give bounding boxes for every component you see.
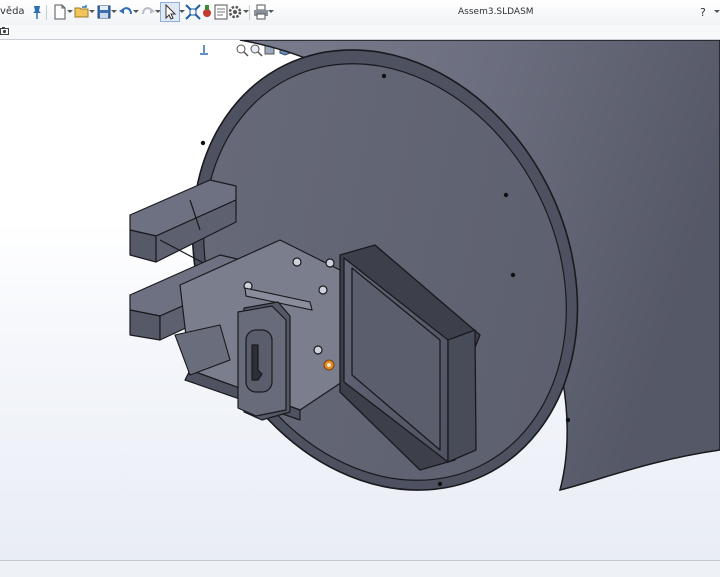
graphics-area[interactable]: [0, 40, 720, 560]
menu-help[interactable]: věda: [0, 6, 25, 17]
select-icon[interactable]: [160, 2, 180, 22]
options-icon[interactable]: [226, 3, 244, 21]
secondary-toolbar: [0, 25, 720, 40]
camera-icon[interactable]: [0, 26, 10, 36]
pin-icon[interactable]: [28, 3, 46, 21]
print-dropdown-arrow[interactable]: [268, 10, 274, 13]
document-title: Assem3.SLDASM: [458, 7, 534, 17]
help-button[interactable]: ?: [700, 6, 706, 19]
toolbar-separator: [46, 5, 47, 20]
assembly-model-render[interactable]: [0, 40, 720, 560]
selected-nut-highlight: [323, 359, 335, 371]
status-bar: [0, 560, 720, 577]
toolbar-separator: [249, 5, 250, 20]
feed-module: [237, 301, 291, 421]
help-dropdown-arrow[interactable]: [714, 10, 720, 13]
title-toolbar: věda Assem3.SLDASM ?: [0, 0, 720, 26]
